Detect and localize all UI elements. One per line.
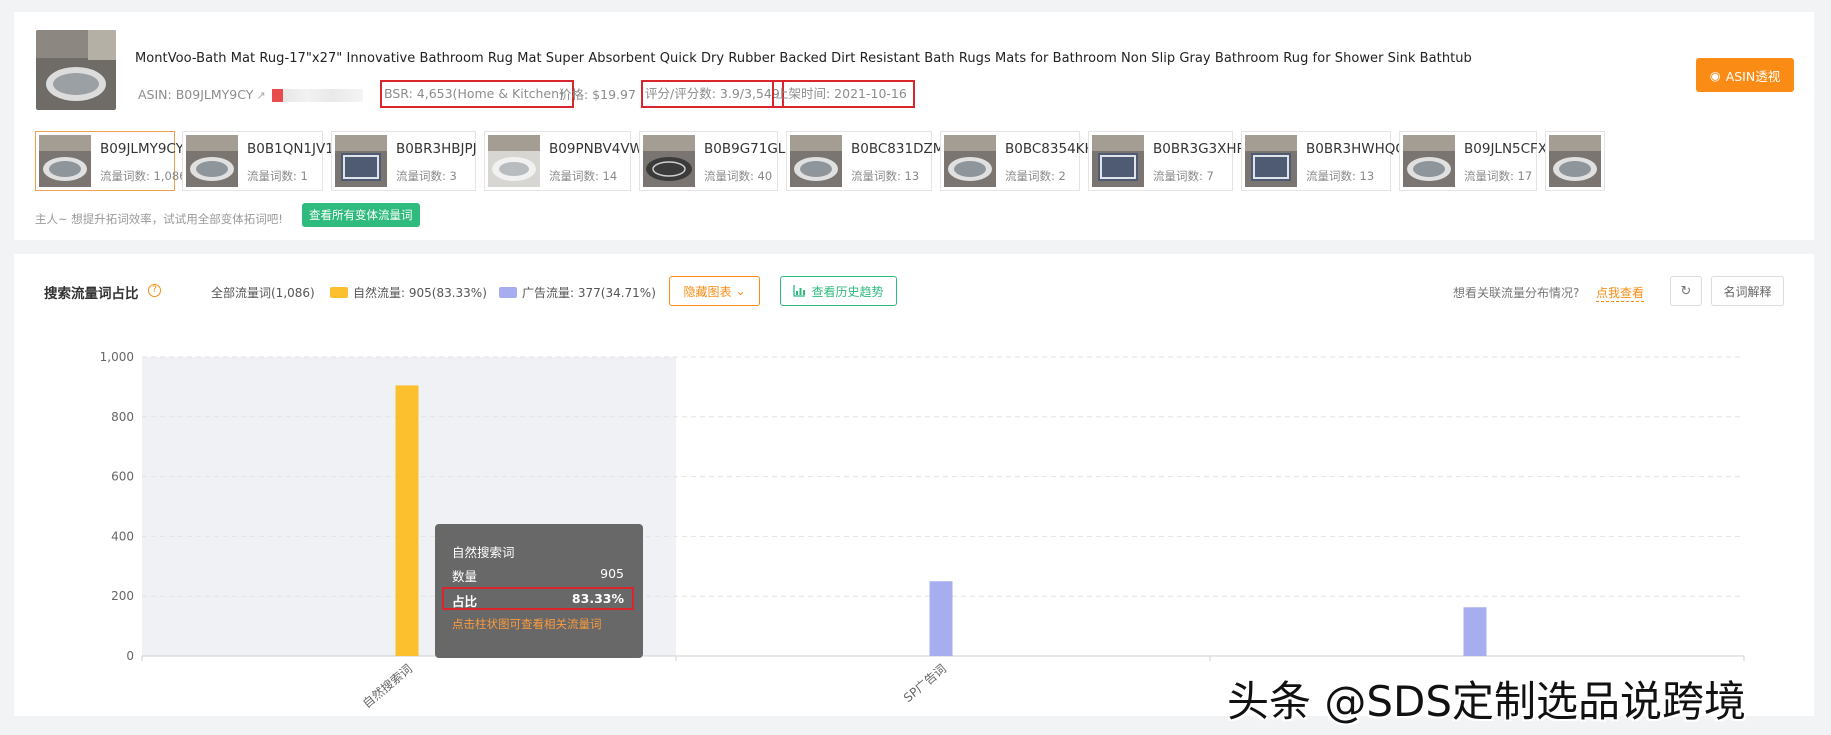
variant-thumbnail	[790, 135, 842, 187]
external-link-icon[interactable]: ↗	[256, 85, 265, 107]
bsr-badge: BSR: 4,653(Home & Kitchen)	[380, 80, 574, 108]
variant-card-partial[interactable]	[1545, 131, 1605, 191]
variant-keyword-count: 流量词数: 13	[851, 169, 920, 183]
tooltip-count-row: 数量 905	[452, 566, 624, 584]
blurred-info	[283, 89, 363, 102]
product-title[interactable]: MontVoo-Bath Mat Rug-17"x27" Innovative …	[135, 51, 1472, 66]
y-tick-label: 0	[126, 649, 134, 663]
variant-card[interactable]: B09JLMY9CY 流量词数: 1,086	[35, 131, 186, 191]
variant-strip: B09JLMY9CY 流量词数: 1,086 B0B1QN1JV1 流量词数: 1 B0…	[35, 131, 1814, 191]
product-meta: ASIN: B09JLMY9CY ↗ BSR: 4,653(Home & Kitc…	[138, 80, 1138, 108]
variant-thumbnail	[944, 135, 996, 187]
variant-asin: B0B9G71GL9	[704, 141, 794, 157]
rating-badge: 评分/评分数: 3.9/3,549	[641, 80, 784, 108]
variant-asin: B09JLMY9CY	[100, 141, 184, 157]
variant-keyword-count: 流量词数: 7	[1153, 169, 1214, 183]
bar[interactable]	[395, 385, 419, 656]
legend-all-words[interactable]: 全部流量词(1,086)	[211, 284, 315, 301]
variant-card[interactable]: B0BR3HBJPJ 流量词数: 3	[331, 131, 477, 191]
traffic-bar-chart: 0 200 400 600 800 1,000 自然搜索词 SP广告词	[100, 350, 1745, 711]
y-tick-label: 400	[111, 529, 134, 543]
variant-asin: B0BR3HWHQC	[1306, 141, 1405, 157]
eye-icon: ◉	[1709, 67, 1721, 83]
tooltip-share-row: 占比 83.33%	[452, 591, 624, 609]
variant-thumbnail	[1245, 135, 1297, 187]
organic-swatch	[330, 287, 348, 298]
variant-asin: B0BR3G3XHR	[1153, 141, 1246, 157]
ad-swatch	[499, 287, 517, 298]
variant-card[interactable]: B0B9G71GL9 流量词数: 40	[639, 131, 794, 191]
variant-thumbnail	[488, 135, 540, 187]
variant-asin: B0BC831DZM	[851, 141, 945, 157]
history-trend-button[interactable]: 查看历史趋势	[780, 276, 897, 306]
brand-marker	[272, 89, 283, 102]
view-all-variants-button[interactable]: 查看所有变体流量词	[302, 203, 420, 227]
watermark: 头条 @SDS定制选品说跨境	[1227, 677, 1747, 726]
legend-ad[interactable]: 广告流量: 377(34.71%)	[499, 284, 656, 301]
variant-card[interactable]: B09PNBV4VW 流量词数: 14	[484, 131, 643, 191]
variant-card[interactable]: B09JLN5CFX 流量词数: 17	[1399, 131, 1547, 191]
asin-insight-button[interactable]: ◉ ASIN透视	[1696, 58, 1794, 92]
variant-keyword-count: 流量词数: 40	[704, 169, 773, 183]
variant-keyword-count: 流量词数: 13	[1306, 169, 1375, 183]
tooltip-title: 自然搜索词	[452, 545, 515, 560]
variant-thumbnail	[1549, 135, 1601, 187]
variant-keyword-count: 流量词数: 14	[549, 169, 618, 183]
variant-thumbnail	[186, 135, 238, 187]
glossary-button[interactable]: 名词解释	[1711, 276, 1784, 306]
tooltip-hint: 点击柱状图可查看相关流量词	[452, 617, 602, 631]
product-card: MontVoo-Bath Mat Rug-17"x27" Innovative …	[14, 12, 1814, 240]
variant-card[interactable]: B0BR3G3XHR 流量词数: 7	[1088, 131, 1246, 191]
variant-asin: B0BR3HBJPJ	[396, 141, 477, 157]
variant-thumbnail	[1403, 135, 1455, 187]
y-tick-label: 800	[111, 410, 134, 424]
hide-chart-button[interactable]: 隐藏图表 ⌄	[669, 276, 760, 306]
variant-keyword-count: 流量词数: 1,086	[100, 169, 187, 183]
chevron-down-icon: ⌄	[735, 284, 746, 298]
assoc-question: 想看关联流量分布情况?	[1453, 286, 1580, 300]
variant-card[interactable]: B0BR3HWHQC 流量词数: 13	[1241, 131, 1405, 191]
y-tick-label: 1,000	[100, 350, 134, 364]
product-image[interactable]	[36, 30, 116, 110]
variant-thumbnail	[335, 135, 387, 187]
variant-asin: B0BC8354KH	[1005, 141, 1095, 157]
bar-chart-icon	[793, 285, 806, 297]
help-icon[interactable]: ?	[148, 284, 161, 297]
variant-thumbnail	[39, 135, 91, 187]
variant-keyword-count: 流量词数: 2	[1005, 169, 1066, 183]
bar[interactable]	[929, 581, 953, 656]
variant-card[interactable]: B0BC831DZM 流量词数: 13	[786, 131, 944, 191]
x-tick-label: SP广告词	[901, 662, 949, 705]
variant-tip: 主人~ 想提升拓词效率，试试用全部变体拓词吧!	[35, 212, 283, 226]
variant-keyword-count: 流量词数: 1	[247, 169, 308, 183]
x-tick-label: 自然搜索词	[359, 661, 415, 711]
variant-keyword-count: 流量词数: 3	[396, 169, 457, 183]
variant-keyword-count: 流量词数: 17	[1464, 169, 1533, 183]
listed-date-badge: 上架时间: 2021-10-16	[772, 80, 915, 108]
assoc-link[interactable]: 点我查看	[1596, 284, 1645, 302]
section-title: 搜索流量词占比	[44, 286, 139, 302]
asin-label[interactable]: ASIN: B09JLMY9CY ↗	[138, 84, 266, 106]
legend-organic[interactable]: 自然流量: 905(83.33%)	[330, 284, 487, 301]
refresh-button[interactable]: ↻	[1670, 276, 1702, 306]
price-label: 价格: $19.97	[559, 87, 636, 102]
variant-thumbnail	[643, 135, 695, 187]
variant-card[interactable]: B0BC8354KH 流量词数: 2	[940, 131, 1095, 191]
variant-asin: B09JLN5CFX	[1464, 141, 1548, 157]
variant-asin: B0B1QN1JV1	[247, 141, 334, 157]
y-tick-label: 600	[111, 470, 134, 484]
y-tick-label: 200	[111, 589, 134, 603]
chart-tooltip: 自然搜索词 数量 905 占比 83.33% 点击柱状图可查看相关流量词	[435, 524, 643, 658]
variant-asin: B09PNBV4VW	[549, 141, 643, 157]
variant-thumbnail	[1092, 135, 1144, 187]
refresh-icon: ↻	[1680, 283, 1692, 299]
bar[interactable]	[1463, 607, 1487, 656]
variant-card[interactable]: B0B1QN1JV1 流量词数: 1	[182, 131, 334, 191]
chart-card: 0 200 400 600 800 1,000 自然搜索词 SP广告词 搜索流量词占比 ? 全…	[14, 254, 1814, 716]
